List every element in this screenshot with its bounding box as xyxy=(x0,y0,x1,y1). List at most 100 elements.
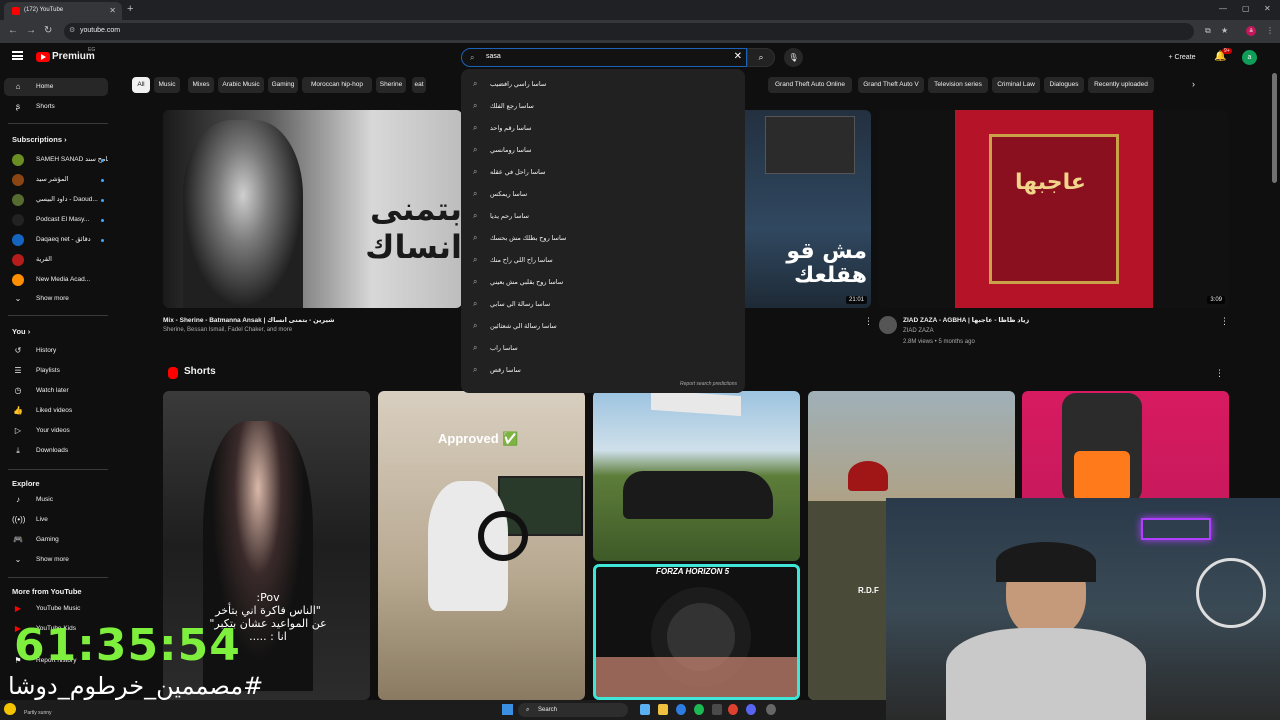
discord-icon[interactable] xyxy=(746,704,756,715)
chip-9[interactable]: Grand Theft Auto V xyxy=(858,77,924,93)
chip-3[interactable]: Arabic Music xyxy=(218,77,264,93)
chip-5[interactable]: Moroccan hip-hop xyxy=(302,77,372,93)
sidebar-item[interactable]: 🎮 Gaming xyxy=(4,531,108,549)
chip-11[interactable]: Criminal Law xyxy=(992,77,1040,93)
window-close-icon[interactable]: ✕ xyxy=(1264,4,1271,13)
short-thumbnail[interactable] xyxy=(593,391,800,561)
chips-next-chevron-icon[interactable]: › xyxy=(1192,79,1195,89)
search-input[interactable]: ⌕ sasa ✕ xyxy=(461,48,747,67)
reload-icon[interactable]: ↻ xyxy=(44,25,52,36)
video-menu-icon[interactable]: ⋮ xyxy=(1220,316,1229,327)
page-scrollbar[interactable] xyxy=(1272,73,1277,183)
chip-0[interactable]: All xyxy=(132,77,150,93)
video-menu-icon[interactable]: ⋮ xyxy=(864,316,873,327)
search-suggestion[interactable]: ⌕ ساسا رقم واحد xyxy=(461,117,745,139)
sidebar-item[interactable]: 👍 Liked videos xyxy=(4,402,108,420)
sidebar-item[interactable]: ◷ Watch later xyxy=(4,382,108,400)
forward-icon[interactable]: → xyxy=(26,25,36,36)
install-icon[interactable]: ⧉ xyxy=(1205,26,1211,36)
chip-4[interactable]: Gaming xyxy=(268,77,298,93)
create-button[interactable]: + Create xyxy=(1158,49,1206,66)
sidebar-item[interactable]: ((•)) Live xyxy=(4,511,108,529)
sidebar-item[interactable]: ☰ Playlists xyxy=(4,362,108,380)
chrome-icon[interactable] xyxy=(728,704,738,715)
chip-1[interactable]: Music xyxy=(154,77,180,93)
back-icon[interactable]: ← xyxy=(8,25,18,36)
subscription-item[interactable]: القرية xyxy=(4,251,108,269)
subscription-item[interactable]: Daqaeq net - دقائق xyxy=(4,231,108,249)
new-tab-icon[interactable]: + xyxy=(127,3,133,15)
chip-2[interactable]: Mixes xyxy=(188,77,214,93)
minimize-icon[interactable]: — xyxy=(1219,4,1227,13)
sidebar-item[interactable]: ▷ Your videos xyxy=(4,422,108,440)
subscription-item[interactable]: المؤشر سيد xyxy=(4,171,108,189)
hamburger-menu-icon[interactable] xyxy=(12,51,23,60)
obs-icon[interactable] xyxy=(766,704,776,715)
file-explorer-icon[interactable] xyxy=(658,704,668,715)
tab-close-icon[interactable]: ✕ xyxy=(109,6,116,15)
subscription-item[interactable]: Podcast El Masy... xyxy=(4,211,108,229)
channel-name[interactable]: ZIAD ZAZA xyxy=(903,328,934,334)
chip-6[interactable]: Sherine xyxy=(376,77,406,93)
subscription-item[interactable]: SAMEH SANAD سامح سند xyxy=(4,151,108,169)
short-thumbnail[interactable]: Approved ✅ xyxy=(378,391,585,700)
video-thumbnail[interactable]: عاجبها 3:09 xyxy=(879,110,1229,308)
chip-13[interactable]: Recently uploaded xyxy=(1088,77,1154,93)
search-suggestion[interactable]: ⌕ ساسا روح بقلبي مش بعيني xyxy=(461,271,745,293)
search-suggestion[interactable]: ⌕ ساسا ريمكس xyxy=(461,183,745,205)
browser-profile-icon[interactable]: a xyxy=(1246,26,1256,36)
search-suggestion[interactable]: ⌕ ساسا راحل في عقله xyxy=(461,161,745,183)
copilot-icon[interactable] xyxy=(640,704,650,715)
sidebar-item[interactable]: ♪ Music xyxy=(4,491,108,509)
start-icon[interactable] xyxy=(502,704,513,715)
search-suggestion[interactable]: ⌕ ساسا راح اللي راح منك xyxy=(461,249,745,271)
url-field[interactable]: ⚙ youtube.com xyxy=(64,23,1194,40)
sidebar-item-shorts[interactable]: ʂ Shorts xyxy=(4,98,108,116)
search-suggestion[interactable]: ⌕ ساسا راسي رافضيب xyxy=(461,73,745,95)
subscription-item[interactable]: New Media Acad... xyxy=(4,271,108,289)
taskbar-search[interactable]: ⌕ Search xyxy=(518,703,628,717)
search-suggestion[interactable]: ⌕ ساسا رجع الفلك xyxy=(461,95,745,117)
search-button[interactable]: ⌕ xyxy=(747,48,775,67)
search-suggestion[interactable]: ⌕ ساسا رسالة الي سابي xyxy=(461,293,745,315)
sidebar-item[interactable]: ↺ History xyxy=(4,342,108,360)
explore-show-more-button[interactable]: ⌄ Show more xyxy=(4,551,108,569)
short-thumbnail[interactable]: FORZA HORIZON 5 xyxy=(593,564,800,700)
search-suggestion[interactable]: ⌕ ساسا رحم يديا xyxy=(461,205,745,227)
video-title[interactable]: ZIAD ZAZA - AGBHA | زياد ظاظا - عاجبها xyxy=(903,316,1029,324)
site-info-icon[interactable]: ⚙ xyxy=(69,26,75,34)
search-suggestion[interactable]: ⌕ ساسا رومانسي xyxy=(461,139,745,161)
voice-search-button[interactable]: 🎙 xyxy=(784,48,803,67)
search-suggestion[interactable]: ⌕ ساسا رقص xyxy=(461,359,745,381)
shorts-menu-icon[interactable]: ⋮ xyxy=(1215,368,1224,379)
bookmark-star-icon[interactable]: ★ xyxy=(1221,26,1228,35)
video-thumbnail[interactable]: مش قو هقلعك 21:01 xyxy=(745,110,871,308)
video-title[interactable]: Mix - Sherine - Batmanna Ansak | شيرين -… xyxy=(163,316,335,324)
you-heading[interactable]: You › xyxy=(12,327,30,336)
chip-12[interactable]: Dialogues xyxy=(1044,77,1084,93)
search-suggestion[interactable]: ⌕ ساسا راب xyxy=(461,337,745,359)
report-predictions-link[interactable]: Report search predictions xyxy=(680,381,737,387)
search-suggestion[interactable]: ⌕ ساسا روح بطلك مش بحسك xyxy=(461,227,745,249)
video-thumbnail[interactable]: بتمنى انساك xyxy=(163,110,462,308)
chip-10[interactable]: Television series xyxy=(928,77,988,93)
subscriptions-heading[interactable]: Subscriptions › xyxy=(12,135,67,144)
browser-tab[interactable]: (172) YouTube ✕ xyxy=(4,2,122,20)
weather-icon[interactable] xyxy=(4,703,16,715)
chip-8[interactable]: Grand Theft Auto Online xyxy=(768,77,852,93)
maximize-icon[interactable]: ▢ xyxy=(1242,4,1250,13)
sidebar-item[interactable]: ▶ YouTube Music xyxy=(4,600,108,618)
sidebar-item[interactable]: ⤓ Downloads xyxy=(4,442,108,460)
app-icon[interactable] xyxy=(712,704,722,715)
sidebar-item-home[interactable]: ⌂ Home xyxy=(4,78,108,96)
search-suggestion[interactable]: ⌕ ساسا رسالة الي شعثائين xyxy=(461,315,745,337)
clear-search-icon[interactable]: ✕ xyxy=(734,51,742,62)
spotify-icon[interactable] xyxy=(694,704,704,715)
subscription-item[interactable]: داود البيسي - Daoud... xyxy=(4,191,108,209)
chip-7[interactable]: eat xyxy=(412,77,426,93)
edge-icon[interactable] xyxy=(676,704,686,715)
browser-menu-icon[interactable]: ⋮ xyxy=(1266,26,1274,35)
account-avatar[interactable]: a xyxy=(1242,50,1257,65)
channel-avatar[interactable] xyxy=(879,316,897,334)
show-more-button[interactable]: ⌄ Show more xyxy=(4,290,108,308)
